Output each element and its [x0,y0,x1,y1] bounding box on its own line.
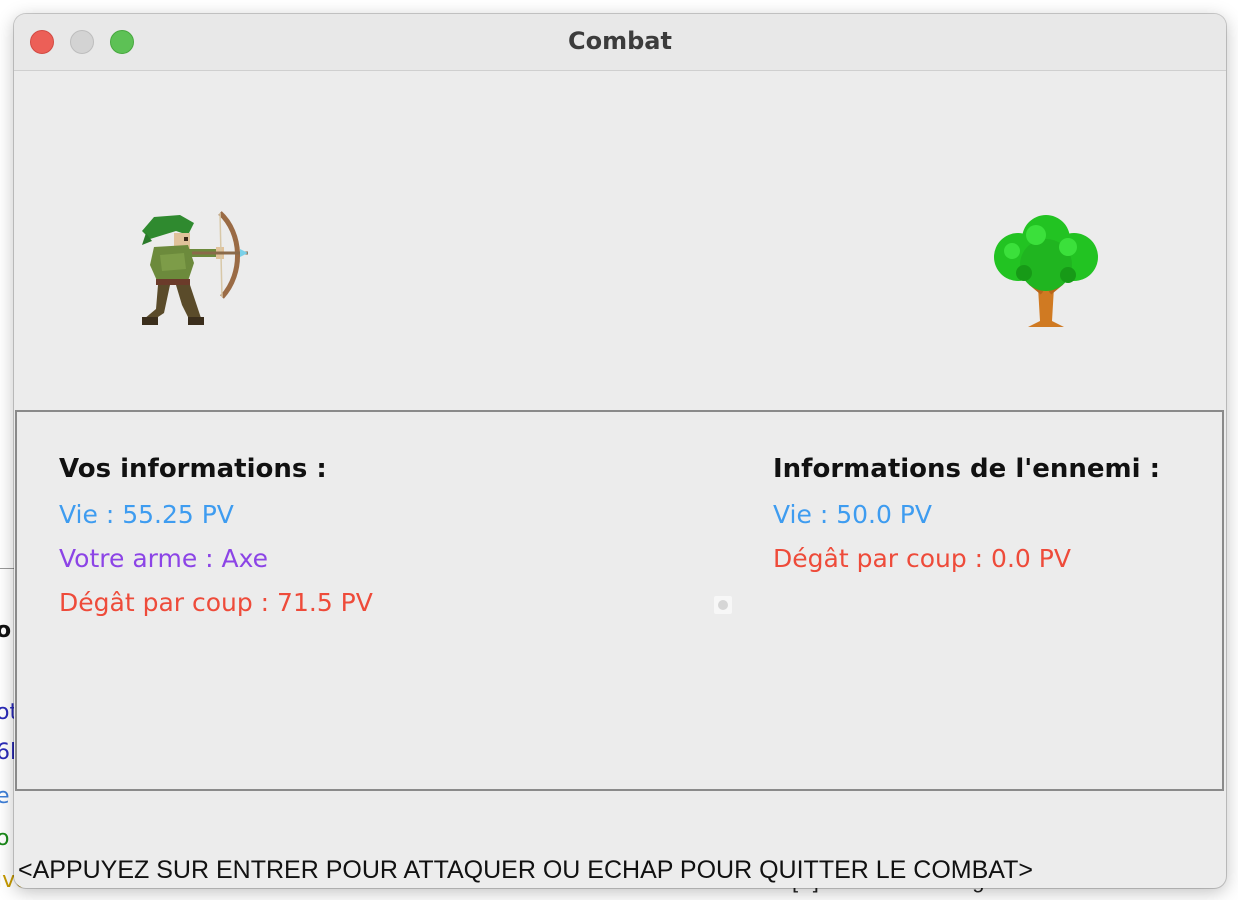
background-text-fragment: o [0,618,12,643]
combat-prompt: <APPUYEZ SUR ENTRER POUR ATTAQUER OU ECH… [18,856,1033,884]
background-text-fragment: o [0,826,10,851]
window-title: Combat [568,27,672,55]
player-info-heading: Vos informations : [59,454,327,484]
combat-window: Combat Vos informations: Vie: 55.25 PV… [14,14,1226,888]
player-life: Vie : 55.25 PV [59,500,234,529]
enemy-info-heading: Informations de l'ennemi : [773,454,1160,484]
combat-scene [14,71,1226,411]
info-panel: Vos informations : Vie : 55.25 PV Votre … [15,410,1224,791]
background-text-fragment: e [0,784,10,809]
title-bar[interactable]: Combat [14,14,1226,71]
tree-icon [994,215,1098,327]
enemy-life: Vie : 50.0 PV [773,500,932,529]
focus-indicator-icon [714,596,732,614]
enemy-damage: Dégât par coup : 0.0 PV [773,544,1071,573]
archer-icon [142,211,248,325]
player-damage: Dégât par coup : 71.5 PV [59,588,373,617]
player-weapon: Votre arme : Axe [59,544,269,573]
